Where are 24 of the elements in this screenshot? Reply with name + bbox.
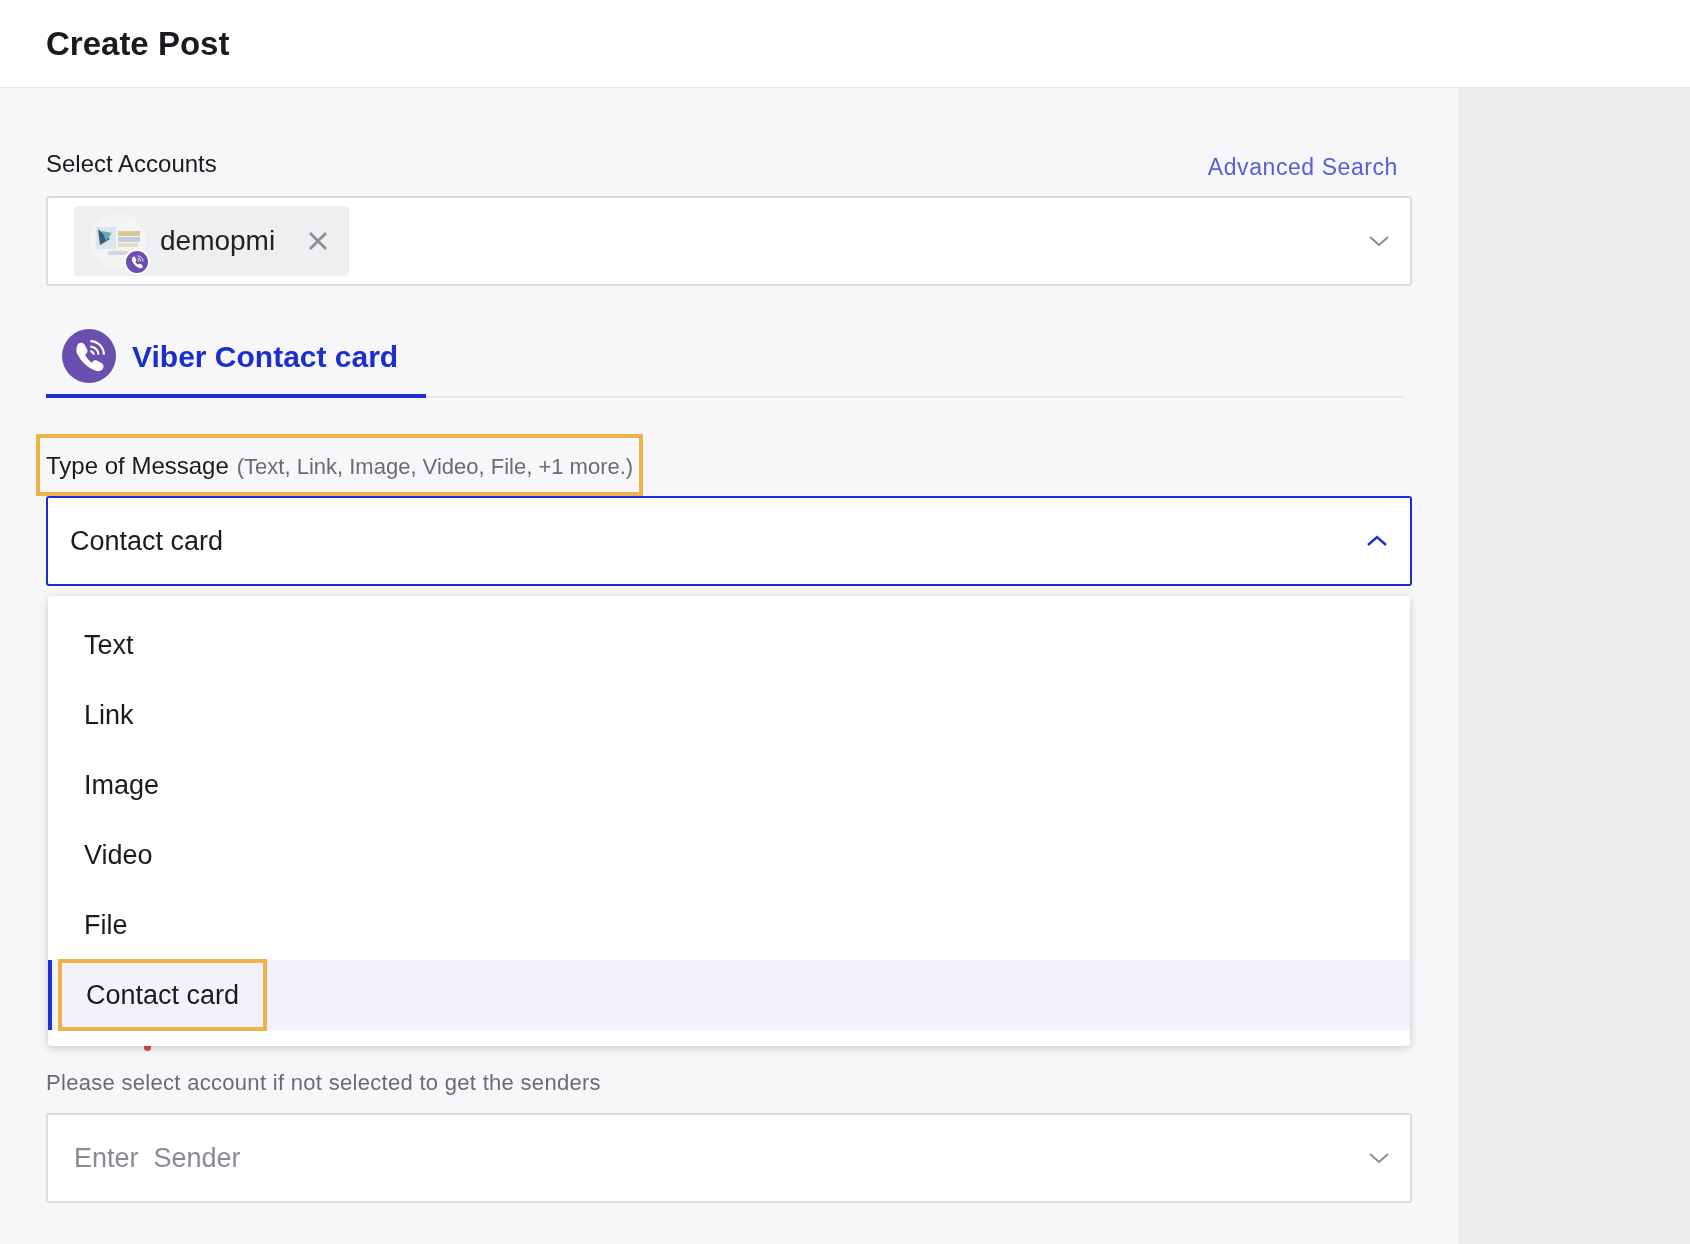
field-hint: Please select account if not selected to get the senders <box>46 1069 602 1097</box>
close-icon[interactable] <box>307 230 330 252</box>
account-select[interactable]: demopmi <box>46 196 1412 286</box>
chevron-down-icon <box>1368 234 1390 248</box>
chip-label: demopmi <box>160 224 276 258</box>
dropdown-option[interactable]: Link <box>48 680 1410 750</box>
dropdown-option[interactable]: Text <box>48 610 1410 680</box>
page-title: Create Post <box>46 23 230 64</box>
viber-icon <box>62 329 116 383</box>
field-label: Select Accounts <box>46 149 217 179</box>
field-hint: (Text, Link, Image, Video, File, +1 more.) <box>236 453 634 481</box>
dropdown-option[interactable]: Contact card <box>48 960 1410 1030</box>
chevron-down-icon <box>1368 1151 1390 1165</box>
field-label: Type of Message <box>46 451 229 481</box>
chevron-up-icon <box>1366 534 1388 548</box>
account-chip[interactable]: demopmi <box>74 206 350 276</box>
advanced-search-link[interactable]: Advanced Search <box>1207 149 1398 184</box>
dropdown-option[interactable]: File <box>48 890 1410 960</box>
tab[interactable]: Viber Contact card <box>46 318 427 398</box>
viber-icon <box>124 249 150 275</box>
dropdown-option[interactable]: Image <box>48 750 1410 820</box>
dropdown-option[interactable]: Video <box>48 820 1410 890</box>
sender-select[interactable]: Enter Sender <box>46 1113 1412 1203</box>
type-select[interactable]: Contact card <box>46 496 1412 586</box>
